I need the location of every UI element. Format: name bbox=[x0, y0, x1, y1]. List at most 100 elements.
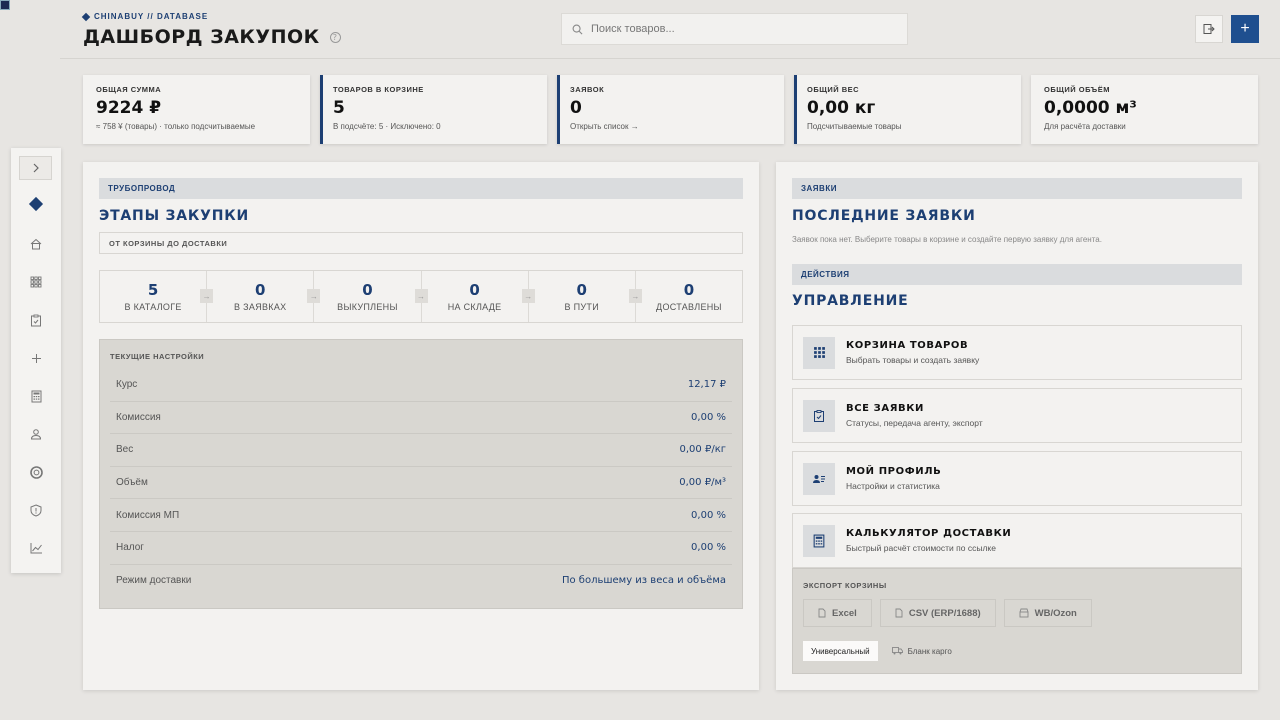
action-sub: Статусы, передача агенту, экспорт bbox=[846, 418, 983, 428]
arrow-right-icon: → bbox=[628, 289, 642, 303]
rail-item-add[interactable] bbox=[23, 345, 49, 371]
export-title: ЭКСПОРТ КОРЗИНЫ bbox=[803, 581, 887, 590]
section-tag: ТРУБОПРОВОД bbox=[99, 178, 743, 199]
stat-card-orders[interactable]: ЗАЯВОК 0 Открыть список → bbox=[557, 75, 784, 144]
side-rail bbox=[11, 148, 61, 573]
setting-row-rate: Курс 12,17 ₽ bbox=[110, 369, 732, 402]
diamond-icon bbox=[81, 12, 91, 21]
stage-count: 0 bbox=[255, 281, 266, 299]
stage-label: В ЗАЯВКАХ bbox=[234, 302, 287, 312]
setting-value: 0,00 ₽/кг bbox=[679, 444, 726, 456]
stat-label: ОБЩИЙ ВЕС bbox=[807, 85, 860, 94]
setting-name: Налог bbox=[116, 542, 144, 554]
mode-universal-button[interactable]: Универсальный bbox=[803, 641, 878, 661]
action-sub: Настройки и статистика bbox=[846, 481, 940, 491]
export-label: Excel bbox=[832, 607, 857, 619]
stat-card-weight: ОБЩИЙ ВЕС 0,00 кг Подсчитываемые товары bbox=[794, 75, 1021, 144]
grid-icon bbox=[30, 276, 42, 288]
settings-title: ТЕКУЩИЕ НАСТРОЙКИ bbox=[110, 352, 205, 361]
setting-row-weight: Вес 0,00 ₽/кг bbox=[110, 434, 732, 467]
search-icon bbox=[572, 24, 583, 34]
open-orders-link[interactable]: Открыть список → bbox=[570, 122, 774, 131]
section-title: УПРАВЛЕНИЕ bbox=[792, 293, 909, 309]
brand-label: CHINABUY // DATABASE bbox=[94, 12, 209, 21]
stage-count: 0 bbox=[576, 281, 587, 299]
arrow-right-icon: → bbox=[414, 289, 428, 303]
stat-card-volume: ОБЩИЙ ОБЪЁМ 0,0000 м³ Для расчёта достав… bbox=[1031, 75, 1258, 144]
stage-in-transit[interactable]: 0 В ПУТИ → bbox=[529, 271, 642, 322]
setting-name: Объём bbox=[116, 477, 148, 489]
file-icon bbox=[818, 608, 826, 618]
export-excel-button[interactable]: Excel bbox=[803, 599, 872, 627]
arrow-right-icon: → bbox=[200, 289, 214, 303]
rail-item-calculator[interactable] bbox=[23, 383, 49, 409]
arrow-right-icon: → bbox=[521, 289, 535, 303]
export-buttons: Excel CSV (ERP/1688) WB/Ozon bbox=[803, 599, 1231, 627]
stat-value: 0,0000 м³ bbox=[1044, 98, 1137, 118]
user-icon bbox=[30, 429, 42, 440]
export-label: CSV (ERP/1688) bbox=[908, 607, 981, 619]
add-button[interactable]: + bbox=[1231, 15, 1259, 43]
search-input[interactable] bbox=[591, 23, 891, 35]
calculator-icon bbox=[31, 390, 41, 402]
diamond-icon bbox=[28, 196, 44, 212]
stat-sub: Для расчёта доставки bbox=[1044, 122, 1126, 131]
app-corner-icon bbox=[0, 0, 10, 10]
stage-catalog[interactable]: 5 В КАТАЛОГЕ → bbox=[100, 271, 214, 322]
stat-label: ОБЩАЯ СУММА bbox=[96, 85, 162, 94]
stage-label: ДОСТАВЛЕНЫ bbox=[656, 302, 722, 312]
stage-warehouse[interactable]: 0 НА СКЛАДЕ → bbox=[422, 271, 535, 322]
setting-value: По большему из веса и объёма bbox=[561, 575, 726, 587]
setting-value: 12,17 ₽ bbox=[687, 379, 726, 391]
action-all-orders[interactable]: ВСЕ ЗАЯВКИ Статусы, передача агенту, экс… bbox=[792, 388, 1242, 443]
shield-icon bbox=[30, 503, 42, 517]
section-title: ЭТАПЫ ЗАКУПКИ bbox=[99, 208, 250, 224]
section-tag: ЗАЯВКИ bbox=[792, 178, 1242, 199]
setting-row-mp-commission: Комиссия МП 0,00 % bbox=[110, 499, 732, 532]
stage-delivered[interactable]: 0 ДОСТАВЛЕНЫ bbox=[636, 271, 742, 322]
export-wb-ozon-button[interactable]: WB/Ozon bbox=[1003, 599, 1092, 627]
stage-label: В КАТАЛОГЕ bbox=[124, 302, 182, 312]
action-profile[interactable]: МОЙ ПРОФИЛЬ Настройки и статистика bbox=[792, 451, 1242, 506]
export-modes: Универсальный Бланк карго bbox=[803, 641, 1231, 661]
stage-purchased[interactable]: 0 ВЫКУПЛЕНЫ → bbox=[314, 271, 428, 322]
clipboard-icon bbox=[803, 399, 835, 432]
store-icon bbox=[1019, 608, 1029, 618]
setting-row-tax: Налог 0,00 % bbox=[110, 532, 732, 565]
action-title: МОЙ ПРОФИЛЬ bbox=[846, 466, 942, 477]
mode-cargo-button[interactable]: Бланк карго bbox=[884, 641, 960, 661]
rail-item-profile[interactable] bbox=[23, 421, 49, 447]
truck-icon bbox=[891, 647, 903, 655]
section-tag: ДЕЙСТВИЯ bbox=[792, 264, 1242, 285]
export-csv-button[interactable]: CSV (ERP/1688) bbox=[879, 599, 996, 627]
setting-name: Комиссия bbox=[116, 411, 161, 423]
pipeline-stages: 5 В КАТАЛОГЕ → 0 В ЗАЯВКАХ → 0 ВЫКУПЛЕНЫ… bbox=[99, 270, 743, 323]
setting-row-commission: Комиссия 0,00 % bbox=[110, 402, 732, 435]
profile-card-icon bbox=[803, 462, 835, 495]
rail-item-analytics[interactable] bbox=[23, 535, 49, 561]
rail-item-orders[interactable] bbox=[23, 307, 49, 333]
stat-value: 5 bbox=[333, 98, 345, 118]
rail-item-home[interactable] bbox=[23, 231, 49, 257]
plus-icon bbox=[31, 353, 41, 363]
rail-logo[interactable] bbox=[23, 191, 49, 217]
setting-value: 0,00 ₽/м³ bbox=[679, 477, 726, 489]
stat-label: ТОВАРОВ В КОРЗИНЕ bbox=[333, 85, 424, 94]
search-box[interactable] bbox=[561, 13, 908, 45]
mode-label: Универсальный bbox=[811, 646, 870, 656]
stage-in-orders[interactable]: 0 В ЗАЯВКАХ → bbox=[207, 271, 321, 322]
stat-sub: ≈ 758 ¥ (товары) · только подсчитываемые bbox=[96, 122, 256, 131]
help-icon[interactable]: ? bbox=[329, 31, 341, 43]
rail-item-support[interactable] bbox=[23, 459, 49, 485]
stats-row: ОБЩАЯ СУММА 9224 ₽ ≈ 758 ¥ (товары) · то… bbox=[83, 75, 1258, 144]
rail-item-catalog[interactable] bbox=[23, 269, 49, 295]
orders-empty-text: Заявок пока нет. Выберите товары в корзи… bbox=[792, 235, 1102, 244]
rail-item-security[interactable] bbox=[23, 497, 49, 523]
logout-button[interactable] bbox=[1195, 15, 1223, 43]
action-cart[interactable]: КОРЗИНА ТОВАРОВ Выбрать товары и создать… bbox=[792, 325, 1242, 380]
page-title-text: ДАШБОРД ЗАКУПОК bbox=[83, 26, 320, 48]
stat-label: ЗАЯВОК bbox=[570, 85, 605, 94]
action-calculator[interactable]: КАЛЬКУЛЯТОР ДОСТАВКИ Быстрый расчёт стои… bbox=[792, 513, 1242, 568]
rail-expand-button[interactable] bbox=[19, 156, 52, 180]
section-subtitle: ОТ КОРЗИНЫ ДО ДОСТАВКИ bbox=[99, 232, 743, 254]
